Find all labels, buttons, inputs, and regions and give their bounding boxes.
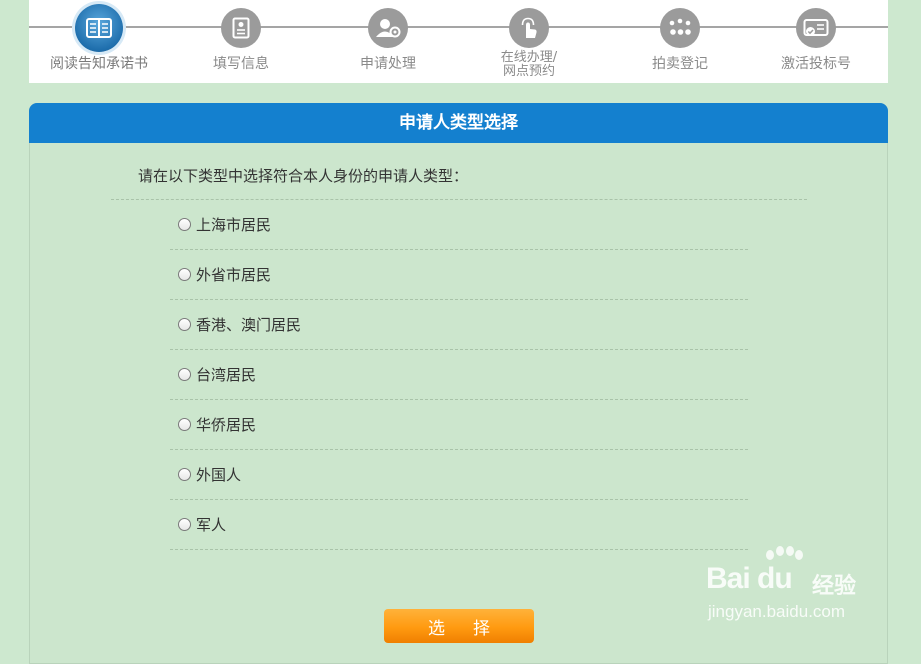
touch-icon <box>509 8 549 48</box>
radio-button[interactable] <box>178 468 191 481</box>
option-label: 外省市居民 <box>196 266 272 284</box>
option-label: 台湾居民 <box>196 366 257 384</box>
option-label: 军人 <box>196 516 227 534</box>
option-other-province-resident[interactable]: 外省市居民 <box>170 250 748 300</box>
step-fill-info[interactable]: 填写信息 <box>166 0 316 83</box>
card-icon <box>796 8 836 48</box>
applicant-type-panel: 申请人类型选择 请在以下类型中选择符合本人身份的申请人类型： 上海市居民 外省市… <box>29 103 888 664</box>
select-button[interactable]: 选择 <box>384 609 534 643</box>
option-foreigner[interactable]: 外国人 <box>170 450 748 500</box>
step-online-or-appointment[interactable]: 在线办理/ 网点预约 <box>454 0 604 83</box>
option-label: 华侨居民 <box>196 416 257 434</box>
option-military[interactable]: 军人 <box>170 500 748 550</box>
step-label: 阅读告知承诺书 <box>50 56 148 72</box>
radio-button[interactable] <box>178 218 191 231</box>
radio-button[interactable] <box>178 268 191 281</box>
step-label-line1: 在线办理/ <box>500 50 558 65</box>
dots-icon <box>660 8 700 48</box>
step-label: 拍卖登记 <box>652 56 708 72</box>
book-icon <box>75 4 123 52</box>
step-label: 在线办理/ 网点预约 <box>454 51 604 79</box>
option-overseas-chinese[interactable]: 华侨居民 <box>170 400 748 450</box>
step-label-line2: 网点预约 <box>502 64 555 79</box>
option-label: 外国人 <box>196 466 242 484</box>
step-auction-registration[interactable]: 拍卖登记 <box>605 0 755 83</box>
user-process-icon <box>368 8 408 48</box>
radio-button[interactable] <box>178 368 191 381</box>
option-taiwan-resident[interactable]: 台湾居民 <box>170 350 748 400</box>
step-label: 激活投标号 <box>781 56 851 72</box>
step-application-processing[interactable]: 申请处理 <box>313 0 463 83</box>
panel-title: 申请人类型选择 <box>29 103 888 143</box>
progress-steps: 阅读告知承诺书 填写信息 申请处理 在线办理/ 网点预约 拍卖登记 激活投标号 <box>29 0 888 83</box>
option-label: 香港、澳门居民 <box>196 316 302 334</box>
applicant-type-options: 上海市居民 外省市居民 香港、澳门居民 台湾居民 华侨居民 外国人 军人 <box>170 200 748 550</box>
step-label: 填写信息 <box>213 56 269 72</box>
form-icon <box>221 8 261 48</box>
radio-button[interactable] <box>178 518 191 531</box>
option-label: 上海市居民 <box>196 216 272 234</box>
option-shanghai-resident[interactable]: 上海市居民 <box>170 200 748 250</box>
step-activate-bid-number[interactable]: 激活投标号 <box>741 0 891 83</box>
radio-button[interactable] <box>178 418 191 431</box>
instruction-text: 请在以下类型中选择符合本人身份的申请人类型： <box>138 167 469 185</box>
step-read-notice[interactable]: 阅读告知承诺书 <box>24 0 174 83</box>
radio-button[interactable] <box>178 318 191 331</box>
option-hk-macau-resident[interactable]: 香港、澳门居民 <box>170 300 748 350</box>
step-label: 申请处理 <box>360 56 416 72</box>
